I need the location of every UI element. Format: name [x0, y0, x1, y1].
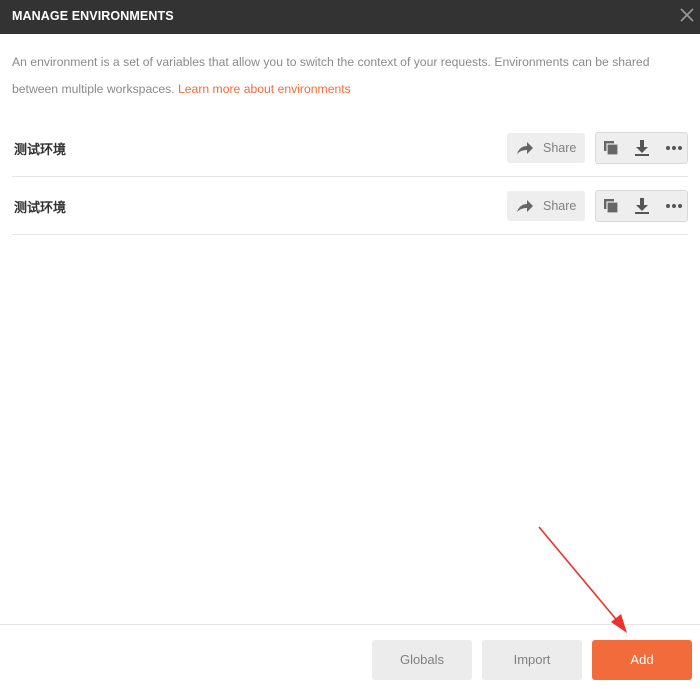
environment-actions: [595, 132, 688, 164]
download-icon[interactable]: [627, 133, 657, 163]
environment-name[interactable]: 测试环境: [14, 197, 66, 216]
dialog-header: MANAGE ENVIRONMENTS: [0, 0, 700, 34]
close-icon[interactable]: [676, 4, 698, 26]
share-button[interactable]: Share: [507, 191, 585, 221]
environment-row: 测试环境 Share: [12, 119, 688, 177]
share-arrow-icon: [517, 142, 533, 154]
share-button-label: Share: [543, 199, 577, 213]
environment-actions: [595, 190, 688, 222]
globals-button[interactable]: Globals: [372, 640, 472, 680]
environment-name[interactable]: 测试环境: [14, 139, 66, 158]
dialog-description: An environment is a set of variables tha…: [12, 49, 688, 103]
add-button[interactable]: Add: [592, 640, 692, 680]
dialog-title: MANAGE ENVIRONMENTS: [12, 9, 174, 23]
share-button[interactable]: Share: [507, 133, 585, 163]
duplicate-icon[interactable]: [596, 191, 626, 221]
environment-row: 测试环境 Share: [12, 177, 688, 235]
share-arrow-icon: [517, 200, 533, 212]
import-button[interactable]: Import: [482, 640, 582, 680]
share-button-label: Share: [543, 141, 577, 155]
more-icon[interactable]: [658, 133, 688, 163]
learn-more-link[interactable]: Learn more about environments: [178, 82, 351, 96]
more-icon[interactable]: [658, 191, 688, 221]
download-icon[interactable]: [627, 191, 657, 221]
footer-divider: [0, 624, 700, 625]
annotation-arrow: [538, 526, 627, 633]
duplicate-icon[interactable]: [596, 133, 626, 163]
